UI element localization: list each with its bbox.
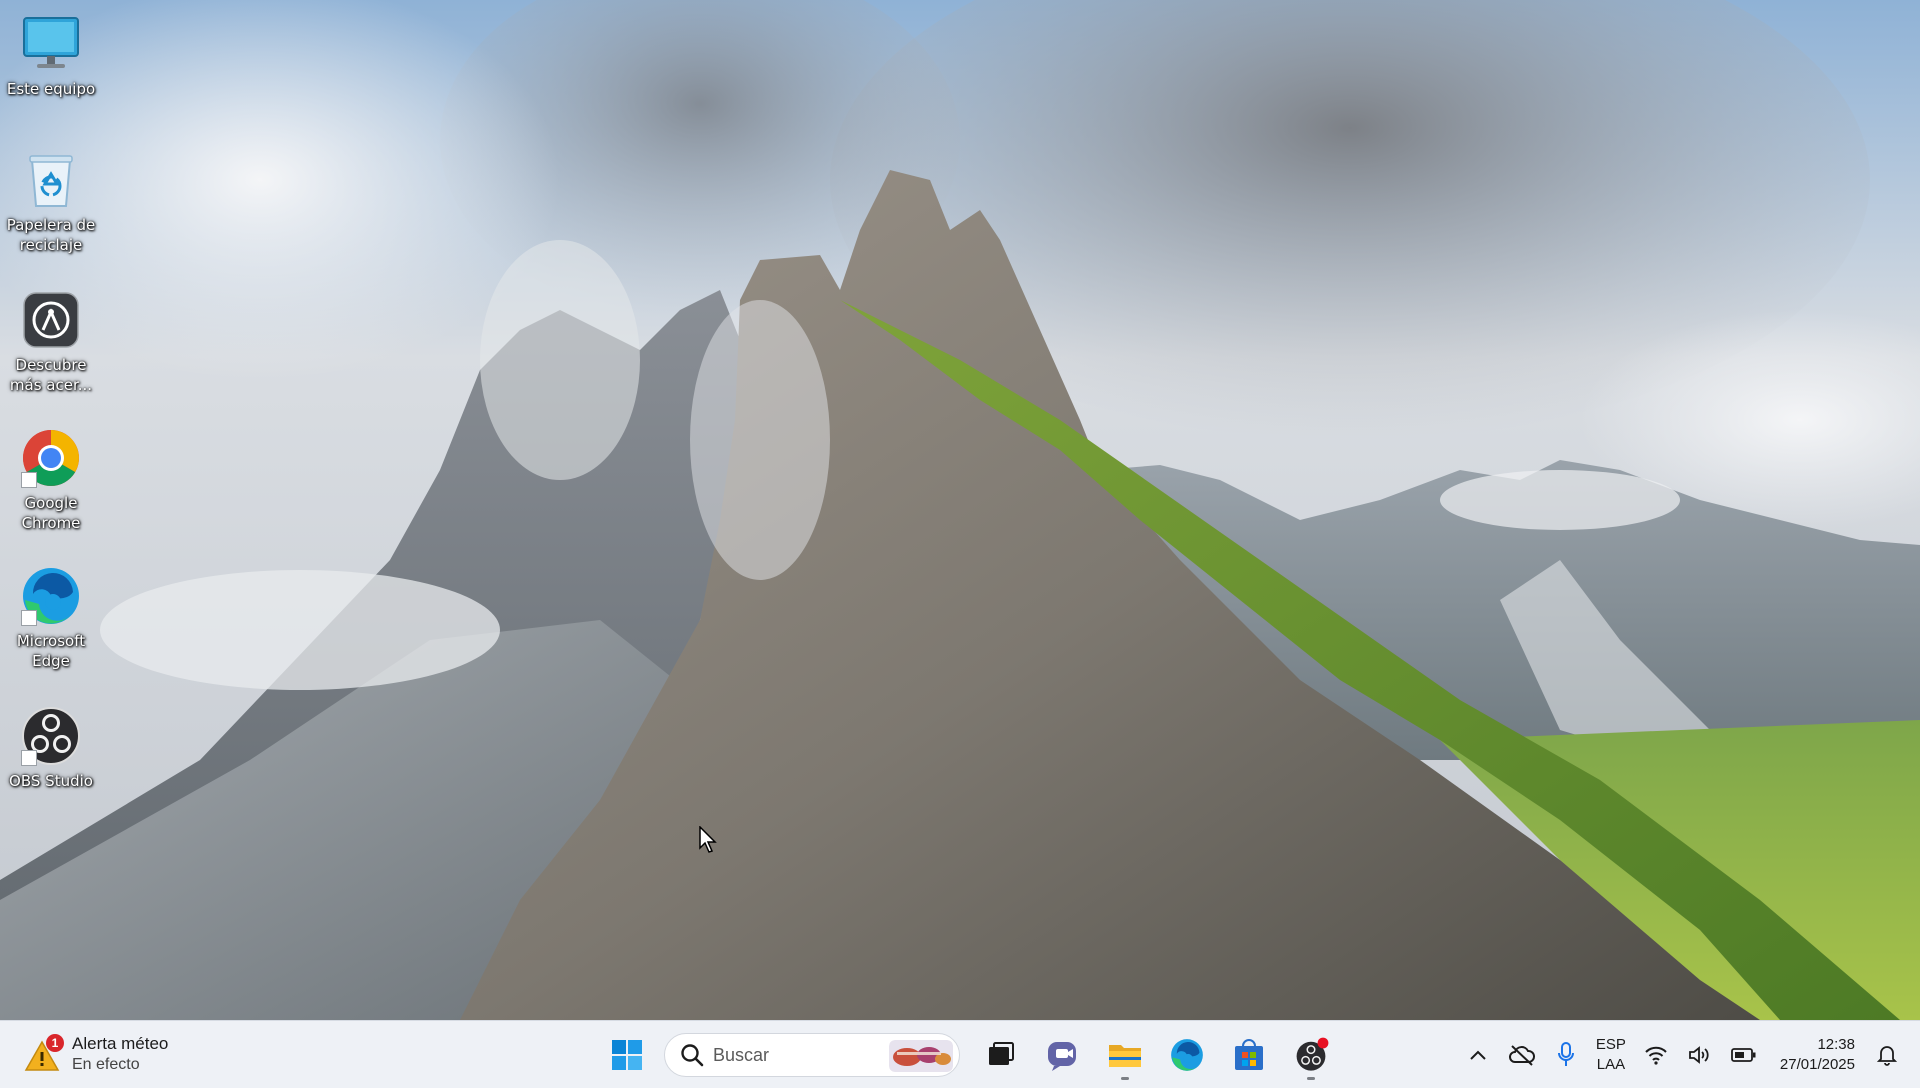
running-indicator [1121, 1077, 1129, 1080]
windows-logo-icon [612, 1040, 642, 1070]
search-input[interactable] [711, 1043, 885, 1067]
edge-icon [21, 566, 81, 626]
folder-icon [1109, 1045, 1141, 1067]
battery-icon [1731, 1048, 1756, 1062]
search-icon [681, 1044, 704, 1067]
desktop-icon-label: OBS Studio [9, 772, 93, 790]
microphone-icon [1557, 1042, 1574, 1066]
wifi-icon [1645, 1046, 1667, 1065]
teams-icon [1048, 1042, 1076, 1071]
language-line2: LAA [1596, 1056, 1626, 1073]
clock-date: 27/01/2025 [1779, 1056, 1855, 1073]
microphone-button[interactable] [1547, 1035, 1585, 1075]
shortcut-arrow-icon [21, 750, 37, 766]
start-button[interactable] [599, 1029, 655, 1081]
desktop-icon-edge[interactable]: Microsoft Edge [4, 566, 98, 671]
desktop-icon-obs[interactable]: OBS Studio [4, 706, 98, 791]
speaker-icon [1689, 1046, 1709, 1064]
shortcut-arrow-icon [21, 472, 37, 488]
system-tray: ESP LAA 12:38 27/01/2025 [1456, 1021, 1920, 1088]
file-explorer-button[interactable] [1097, 1029, 1153, 1081]
desktop-icon-label: Microsoft Edge [16, 632, 86, 670]
edge-icon [1171, 1039, 1203, 1071]
cloud-offline-icon [1508, 1045, 1535, 1066]
bell-icon [1877, 1046, 1897, 1066]
desktop-icon-label: Este equipo [6, 80, 96, 98]
weather-alert-badge: 1 [46, 1034, 64, 1052]
mouse-cursor-icon [699, 826, 717, 853]
obs-taskbar-button[interactable] [1283, 1029, 1339, 1081]
battery-button[interactable] [1725, 1035, 1763, 1075]
desktop-icon-label: Descubre más acer... [9, 356, 93, 394]
store-button[interactable] [1221, 1029, 1277, 1081]
desktop-icon-chrome[interactable]: Google Chrome [4, 428, 98, 533]
acer-care-icon [21, 290, 81, 350]
notifications-button[interactable] [1868, 1035, 1906, 1075]
onedrive-button[interactable] [1503, 1035, 1541, 1075]
taskbar-search-box[interactable] [664, 1033, 960, 1077]
desktop-icon-este-equipo[interactable]: Este equipo [4, 14, 98, 99]
desktop-icon-label: Google Chrome [21, 494, 81, 532]
chevron-up-icon [1470, 1050, 1486, 1060]
shortcut-arrow-icon [21, 610, 37, 626]
desktop[interactable]: Este equipo Papelera de reciclaje Descub… [0, 0, 1920, 1088]
volume-button[interactable] [1681, 1035, 1719, 1075]
running-indicator [1307, 1077, 1315, 1080]
recycle-bin-icon [21, 150, 81, 210]
weather-alert-icon: 1 [24, 1034, 64, 1074]
obs-icon [1296, 1037, 1329, 1071]
obs-icon [21, 706, 81, 766]
search-highlight-icon [889, 1040, 953, 1072]
edge-taskbar-button[interactable] [1159, 1029, 1215, 1081]
weather-title: Alerta méteo [72, 1034, 169, 1053]
weather-widget[interactable]: 1 Alerta méteo En efecto [24, 1031, 168, 1077]
store-icon [1235, 1039, 1263, 1070]
language-indicator[interactable]: ESP LAA [1596, 1035, 1626, 1075]
teams-button[interactable] [1035, 1029, 1091, 1081]
desktop-icon-label: Papelera de reciclaje [6, 216, 96, 254]
chrome-icon [21, 428, 81, 488]
task-view-button[interactable] [973, 1029, 1029, 1081]
show-hidden-icons-button[interactable] [1459, 1035, 1497, 1075]
taskbar-center-apps [596, 1029, 1342, 1081]
desktop-wallpaper [0, 0, 1920, 1020]
desktop-icon-descubre-acer[interactable]: Descubre más acer... [4, 290, 98, 395]
desktop-icon-papelera[interactable]: Papelera de reciclaje [4, 150, 98, 255]
monitor-icon [21, 14, 81, 74]
taskbar: 1 Alerta méteo En efecto Buscar ESP LAA … [0, 1020, 1920, 1088]
language-line1: ESP [1595, 1036, 1626, 1053]
weather-subtitle: En efecto [72, 1056, 140, 1073]
task-view-icon [989, 1042, 1014, 1065]
clock-button[interactable]: 12:38 27/01/2025 [1780, 1035, 1855, 1075]
network-button[interactable] [1637, 1035, 1675, 1075]
clock-time: 12:38 [1817, 1036, 1855, 1053]
